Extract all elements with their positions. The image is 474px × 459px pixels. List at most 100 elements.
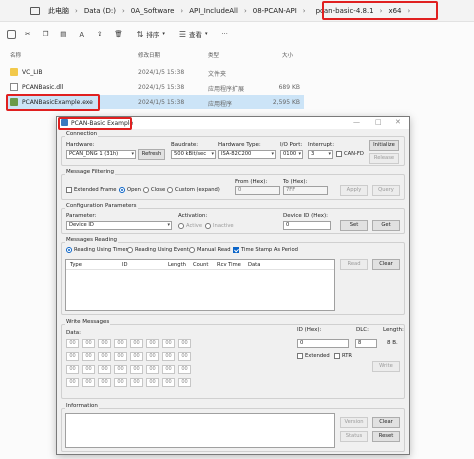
version-button[interactable]: Version [340,417,368,428]
reading-using-timer-radio[interactable]: Reading Using Timer [66,247,128,253]
reset-button[interactable]: Reset [372,431,400,442]
column-rcvtime-header[interactable]: Rcv Time [217,262,241,268]
column-type-header[interactable]: Type [70,262,82,268]
data-byte-input[interactable]: 00 [162,339,175,348]
status-button[interactable]: Status [340,431,368,442]
hardware-select[interactable]: PCAN_DNG 1 (31h) [66,150,136,159]
time-stamp-as-period-checkbox[interactable]: Time Stamp As Period [233,247,298,253]
write-button[interactable]: Write [372,361,400,372]
received-messages-list[interactable]: Type ID Length Count Rcv Time Data [65,259,335,311]
close-icon[interactable]: ✕ [395,118,401,126]
column-data-header[interactable]: Data [248,262,260,268]
data-byte-input[interactable]: 00 [178,339,191,348]
data-byte-input[interactable]: 00 [66,365,79,374]
get-button[interactable]: Get [372,220,400,231]
data-byte-input[interactable]: 00 [114,365,127,374]
data-byte-input[interactable]: 00 [66,378,79,387]
extended-frame-checkbox[interactable]: Extended Frame [66,187,116,193]
new-item-icon[interactable] [7,29,16,39]
data-byte-input[interactable]: 00 [162,365,175,374]
dlc-stepper[interactable]: 8 [355,339,377,348]
minimize-icon[interactable]: — [353,118,360,126]
cut-icon[interactable]: ✂ [25,30,30,38]
column-name[interactable]: 名称 [10,51,21,59]
rtr-checkbox[interactable]: RTR [334,353,352,359]
data-byte-input[interactable]: 00 [114,339,127,348]
data-byte-input[interactable]: 00 [66,339,79,348]
data-byte-input[interactable]: 00 [98,352,111,361]
close-radio[interactable]: Close [143,187,165,193]
refresh-button[interactable]: Refresh [138,149,165,160]
active-radio[interactable]: Active [178,223,202,229]
data-byte-input[interactable]: 00 [178,365,191,374]
copy-icon[interactable]: ❐ [42,30,48,38]
initialize-button[interactable]: Initialize [369,140,399,151]
id-hex-input[interactable]: 0 [297,339,349,348]
column-size[interactable]: 大小 [282,51,293,59]
data-byte-input[interactable]: 00 [162,378,175,387]
rename-icon[interactable]: Ａ [78,29,85,39]
data-byte-input[interactable]: 00 [146,365,159,374]
reading-using-event-radio[interactable]: Reading Using Event [127,247,189,253]
to-hex-input[interactable]: 7FF [283,186,328,195]
more-icon[interactable]: ··· [222,30,228,38]
read-button[interactable]: Read [340,259,368,270]
column-id-header[interactable]: ID [122,262,128,268]
data-byte-input[interactable]: 00 [146,352,159,361]
share-icon[interactable]: ⇪ [97,30,102,38]
open-radio[interactable]: Open [119,187,141,193]
device-id-input[interactable]: 0 [283,221,331,230]
data-byte-input[interactable]: 00 [130,352,143,361]
data-byte-input[interactable]: 00 [130,339,143,348]
data-byte-input[interactable]: 00 [114,352,127,361]
io-port-select[interactable]: 0100 [280,150,303,159]
breadcrumb-this-pc[interactable]: 此电脑 › [48,6,84,16]
data-byte-input[interactable]: 00 [98,365,111,374]
apply-button[interactable]: Apply [340,185,368,196]
manual-read-radio[interactable]: Manual Read [189,247,231,253]
sort-button[interactable]: ⇅ 排序 ▾ [137,29,165,40]
data-byte-input[interactable]: 00 [146,378,159,387]
clear-messages-button[interactable]: Clear [372,259,400,270]
information-list[interactable] [65,413,335,448]
breadcrumb-data-drive[interactable]: Data (D:) › [84,7,131,15]
delete-icon[interactable]: 🗑 [114,30,122,38]
data-byte-input[interactable]: 00 [114,378,127,387]
release-button[interactable]: Release [369,153,399,164]
data-byte-input[interactable]: 00 [98,378,111,387]
data-byte-input[interactable]: 00 [130,365,143,374]
query-button[interactable]: Query [372,185,400,196]
paste-icon[interactable]: ▤ [60,30,66,38]
column-modified[interactable]: 修改日期 [138,51,160,59]
from-hex-input[interactable]: 0 [235,186,280,195]
data-byte-input[interactable]: 00 [82,365,95,374]
interrupt-select[interactable]: 3 [308,150,333,159]
column-type[interactable]: 类型 [208,51,219,59]
parameter-select[interactable]: Device ID [66,221,172,230]
data-byte-input[interactable]: 00 [82,352,95,361]
set-button[interactable]: Set [340,220,368,231]
data-byte-input[interactable]: 00 [98,339,111,348]
breadcrumb-api-includeall[interactable]: API_IncludeAll › [189,7,253,15]
breadcrumb-0a-software[interactable]: 0A_Software › [131,7,189,15]
data-byte-input[interactable]: 00 [146,339,159,348]
address-bar[interactable]: 此电脑 › Data (D:) › 0A_Software › API_Include… [0,0,474,22]
data-byte-input[interactable]: 00 [162,352,175,361]
file-row-pcanbasic-dll[interactable]: PCANBasic.dll 2024/1/5 15:38 应用程序扩展 689 … [6,80,304,94]
data-byte-input[interactable]: 00 [178,378,191,387]
extended-checkbox[interactable]: Extended [297,353,330,359]
hardware-type-select[interactable]: ISA-82C200 [218,150,276,159]
inactive-radio[interactable]: Inactive [205,223,234,229]
breadcrumb-08-pcan-api[interactable]: 08-PCAN-API › [253,7,316,15]
clear-information-button[interactable]: Clear [372,417,400,428]
column-length-header[interactable]: Length [168,262,186,268]
column-count-header[interactable]: Count [193,262,208,268]
data-byte-input[interactable]: 00 [82,378,95,387]
file-row-vc-lib[interactable]: VC_LIB 2024/1/5 15:38 文件夹 [6,65,304,79]
canfd-checkbox[interactable]: CAN-FD [336,151,364,157]
data-byte-input[interactable]: 00 [66,352,79,361]
maximize-icon[interactable]: □ [375,118,382,126]
data-byte-input[interactable]: 00 [130,378,143,387]
data-byte-input[interactable]: 00 [178,352,191,361]
custom-radio[interactable]: Custom (expand) [167,187,220,193]
